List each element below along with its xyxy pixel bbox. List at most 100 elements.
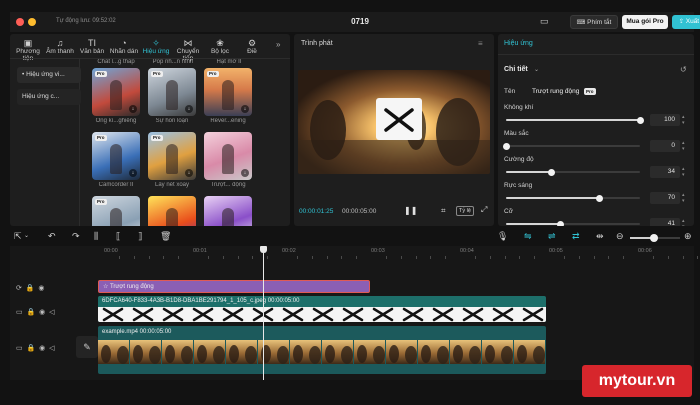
timeline-ruler[interactable]: 00:00 00:01 00:02 00:03 00:04 00:05 00:06 — [104, 246, 699, 260]
download-icon[interactable]: ↓ — [129, 105, 137, 113]
playhead-handle[interactable] — [260, 246, 267, 253]
param-slider[interactable] — [502, 142, 640, 150]
param-slider[interactable] — [506, 168, 640, 176]
minimize-window-icon[interactable] — [28, 18, 36, 26]
stepper-icon[interactable]: ▴ ▾ — [682, 114, 685, 126]
export-button[interactable]: ⇪ Xuất — [672, 15, 700, 29]
eye-icon[interactable]: ◉ — [39, 309, 45, 316]
param-slider-knob[interactable] — [548, 168, 556, 176]
close-window-icon[interactable] — [16, 18, 24, 26]
split-left-icon[interactable]: ⟦ — [116, 230, 120, 242]
download-icon[interactable]: ↓ — [185, 169, 193, 177]
undo-icon[interactable]: ↶ — [48, 230, 56, 242]
zoom-out-icon[interactable]: ⊖ — [616, 230, 624, 242]
video-clip[interactable]: example.mp4 00:00:05:00 — [98, 326, 546, 374]
preview-axis-icon[interactable]: ⇄ — [572, 230, 580, 242]
shortcuts-label: Phím tắt — [587, 19, 612, 26]
effect-thumbnail[interactable]: Pro ↓ — [92, 132, 140, 180]
param-slider-fill — [506, 223, 561, 225]
effect-thumbnail[interactable] — [204, 196, 252, 226]
image-clip[interactable]: 6DFCA640-F833-4A3B-B1D8-DBA1BE291794_1_1… — [98, 296, 546, 322]
effect-thumbnail[interactable]: Pro ↓ — [148, 132, 196, 180]
menu-icon[interactable]: ≡ — [478, 39, 483, 48]
reset-icon[interactable]: ↺ — [680, 65, 687, 74]
split-screen-icon[interactable]: ⇹ — [596, 230, 604, 242]
effect-thumbnail[interactable]: Pro — [92, 196, 140, 226]
stepper-icon[interactable]: ▴ ▾ — [682, 218, 685, 226]
zoom-slider[interactable] — [630, 234, 680, 242]
download-icon[interactable]: ↓ — [241, 169, 249, 177]
tab-effects[interactable]: ✧ Hiệu ứng — [140, 38, 172, 55]
video-preview[interactable] — [298, 70, 490, 174]
playhead[interactable] — [260, 246, 267, 380]
tab-effects[interactable]: Hiệu ứng — [504, 40, 533, 47]
eye-icon[interactable]: ◉ — [38, 285, 44, 292]
select-tool-icon[interactable]: ⇱ — [14, 230, 22, 242]
layout-icon[interactable]: ▭ — [540, 16, 549, 27]
split-icon[interactable]: ⫼ — [94, 230, 98, 242]
stepper-icon[interactable]: ▴ ▾ — [682, 192, 685, 204]
effect-clip[interactable]: ☆ Trượt rung động — [98, 280, 370, 293]
lock-icon[interactable]: 🔒 — [26, 285, 35, 292]
effect-thumbnail[interactable]: Pro ↓ — [148, 68, 196, 116]
param-value-input[interactable]: 0 — [650, 140, 680, 152]
library-panel: ▣Phương tiện♫Âm thanhTIVăn bản◔Nhãn dán✧… — [10, 34, 290, 226]
effect-thumbnail[interactable] — [148, 196, 196, 226]
microphone-icon[interactable]: 🎙 — [497, 230, 508, 242]
effect-thumbnail[interactable]: Pro ↓ — [204, 68, 252, 116]
pause-icon[interactable]: ❚❚ — [404, 206, 417, 215]
more-tabs-icon[interactable]: » — [276, 40, 280, 49]
param-slider-knob[interactable] — [636, 116, 644, 124]
effect-clip-label: ☆ Trượt rung động — [103, 284, 154, 290]
lock-icon[interactable]: 🔒 — [27, 309, 36, 316]
effect-thumbnail[interactable]: ↓ — [204, 132, 252, 180]
ruler-minor-tick — [326, 256, 328, 259]
chevron-down-icon[interactable]: ⌄ — [24, 230, 29, 242]
param-value-input[interactable]: 70 — [650, 192, 680, 204]
shortcuts-button[interactable]: ⌨ Phím tắt — [570, 15, 618, 29]
image-clip-thumbnails — [98, 307, 546, 322]
tab-text[interactable]: TI Văn bản — [76, 38, 108, 55]
chevron-down-icon[interactable]: ⌄ — [534, 66, 539, 73]
crop-icon[interactable]: ⌗ — [441, 206, 446, 216]
fullscreen-icon[interactable]: ⤢ — [481, 205, 487, 215]
redo-icon[interactable]: ↷ — [72, 230, 80, 242]
sidebar-item-body-effects[interactable]: Hiệu ứng c... — [17, 89, 81, 105]
ruler-minor-tick — [163, 256, 165, 259]
cover-edit-button[interactable]: ✎ — [76, 336, 98, 358]
param-slider-knob[interactable] — [596, 194, 604, 202]
ratio-button[interactable]: Tỷ lệ — [456, 206, 474, 216]
stepper-icon[interactable]: ▴ ▾ — [682, 140, 685, 152]
snap-icon[interactable]: ⇌ — [548, 230, 556, 242]
lock-icon[interactable]: 🔒 — [27, 345, 36, 352]
effect-thumbnail[interactable]: Pro ↓ — [92, 68, 140, 116]
param-value-input[interactable]: 100 — [650, 114, 680, 126]
tab-filter[interactable]: ❀ Bộ lọc — [204, 38, 236, 55]
download-icon[interactable]: ↓ — [241, 105, 249, 113]
ruler-minor-tick — [623, 256, 625, 259]
tab-sticker[interactable]: ◔ Nhãn dán — [108, 38, 140, 55]
param-slider[interactable] — [506, 220, 640, 226]
zoom-slider-knob[interactable] — [650, 234, 658, 242]
sidebar-item-video-effects[interactable]: • Hiệu ứng vi... — [17, 67, 81, 83]
param-value-input[interactable]: 34 — [650, 166, 680, 178]
buy-pro-button[interactable]: Mua gói Pro — [622, 15, 668, 29]
zoom-in-icon[interactable]: ⊕ — [684, 230, 692, 242]
tab-adjust[interactable]: ⚙ Điề — [236, 38, 268, 55]
download-icon[interactable]: ↓ — [129, 169, 137, 177]
delete-icon[interactable]: 🗑 — [160, 230, 171, 242]
link-clips-icon[interactable]: ⇋ — [524, 230, 532, 242]
param-slider-knob[interactable] — [502, 142, 510, 150]
audio-icon[interactable]: ◁ — [49, 345, 54, 352]
stepper-icon[interactable]: ▴ ▾ — [682, 166, 685, 178]
param-value-input[interactable]: 41 — [650, 218, 680, 226]
audio-icon[interactable]: ◁ — [49, 309, 54, 316]
eye-icon[interactable]: ◉ — [39, 345, 45, 352]
param-slider[interactable] — [506, 194, 640, 202]
tab-audio[interactable]: ♫ Âm thanh — [44, 38, 76, 55]
param-slider[interactable] — [506, 116, 644, 124]
download-icon[interactable]: ↓ — [185, 105, 193, 113]
param-slider-knob[interactable] — [557, 220, 565, 226]
ruler-minor-tick — [504, 256, 506, 259]
split-right-icon[interactable]: ⟧ — [138, 230, 142, 242]
